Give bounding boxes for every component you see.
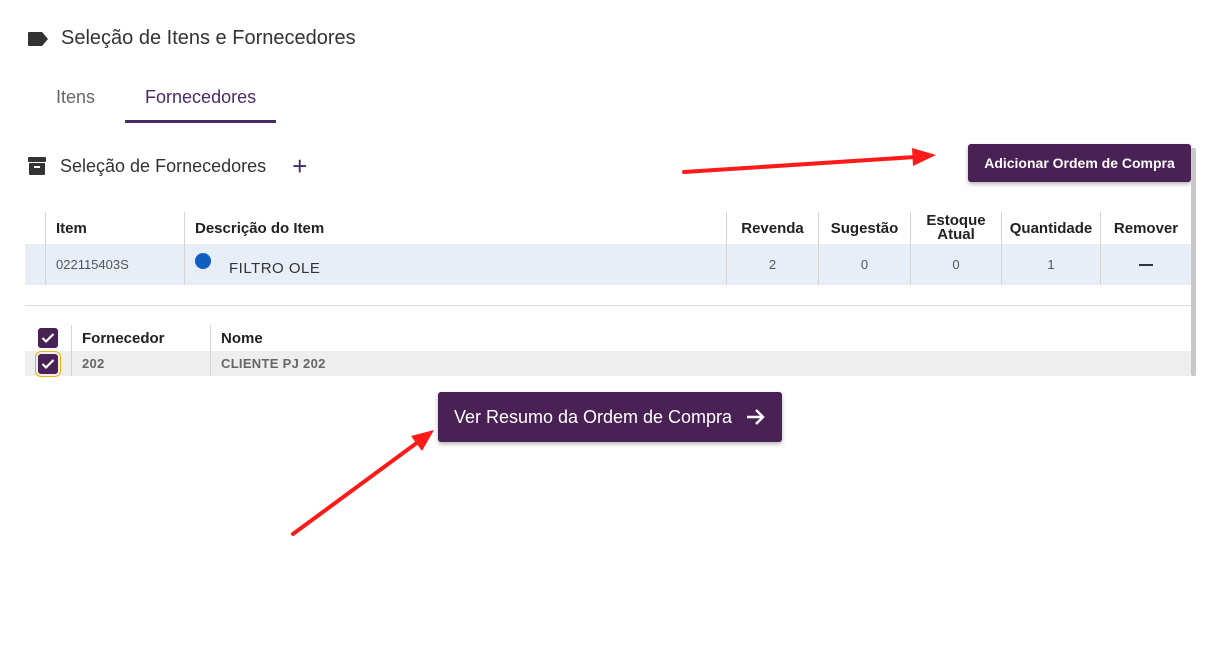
check-icon [41,333,55,344]
item-quantidade[interactable]: 1 [1001,244,1100,285]
add-order-button[interactable]: Adicionar Ordem de Compra [968,144,1191,182]
col-sugestao: Sugestão [818,212,910,244]
select-all-checkbox[interactable] [38,328,58,348]
item-estoque-atual: 0 [910,244,1001,285]
col-fornecedor: Fornecedor [71,325,210,351]
item-sugestao: 0 [818,244,910,285]
page-title: Seleção de Itens e Fornecedores [61,27,356,49]
col-descricao: Descrição do Item [184,212,726,244]
scrollbar[interactable] [1191,148,1196,376]
table-row[interactable]: 202 CLIENTE PJ 202 [25,350,1191,377]
archive-icon [27,155,47,177]
section-header: Seleção de Fornecedores + [27,153,307,179]
label-icon [27,28,49,50]
remove-item-button[interactable] [1100,244,1191,285]
add-supplier-button[interactable]: + [292,153,307,179]
annotation-arrow-bottom [291,430,434,536]
item-description: FILTRO OLE [184,244,726,285]
tab-itens[interactable]: Itens [26,78,125,123]
col-estoque-atual: Estoque Atual [910,212,1001,244]
table-row[interactable]: 022115403S FILTRO OLE 2 0 0 1 [25,244,1191,285]
col-item: Item [45,212,184,244]
col-revenda: Revenda [726,212,818,244]
items-table: Item Descrição do Item Revenda Sugestão … [25,212,1191,285]
page-header: Seleção de Itens e Fornecedores [27,27,356,50]
col-remover: Remover [1100,212,1191,244]
divider [25,305,1191,306]
row-checkbox[interactable] [35,350,61,377]
item-revenda: 2 [726,244,818,285]
suppliers-table: Fornecedor Nome 202 CLIENTE PJ 202 [25,325,1191,377]
items-table-header: Item Descrição do Item Revenda Sugestão … [25,212,1191,244]
col-estoque-line2: Atual [937,226,975,243]
tab-bar: Itens Fornecedores [26,78,277,123]
minus-icon [1139,263,1153,266]
section-title: Seleção de Fornecedores [60,155,267,176]
suppliers-table-header: Fornecedor Nome [25,325,1191,351]
item-code: 022115403S [45,244,184,285]
status-dot-icon [195,252,211,269]
check-icon [41,358,55,369]
supplier-name: CLIENTE PJ 202 [210,351,1110,376]
view-summary-button[interactable]: Ver Resumo da Ordem de Compra [438,392,782,442]
tab-fornecedores[interactable]: Fornecedores [125,78,277,123]
item-description-text: FILTRO OLE [229,260,321,277]
annotation-arrow-top [682,148,936,174]
col-nome: Nome [210,325,1110,351]
arrow-right-icon [746,408,766,426]
supplier-code: 202 [71,351,210,376]
col-quantidade: Quantidade [1001,212,1100,244]
view-summary-label: Ver Resumo da Ordem de Compra [453,406,733,427]
